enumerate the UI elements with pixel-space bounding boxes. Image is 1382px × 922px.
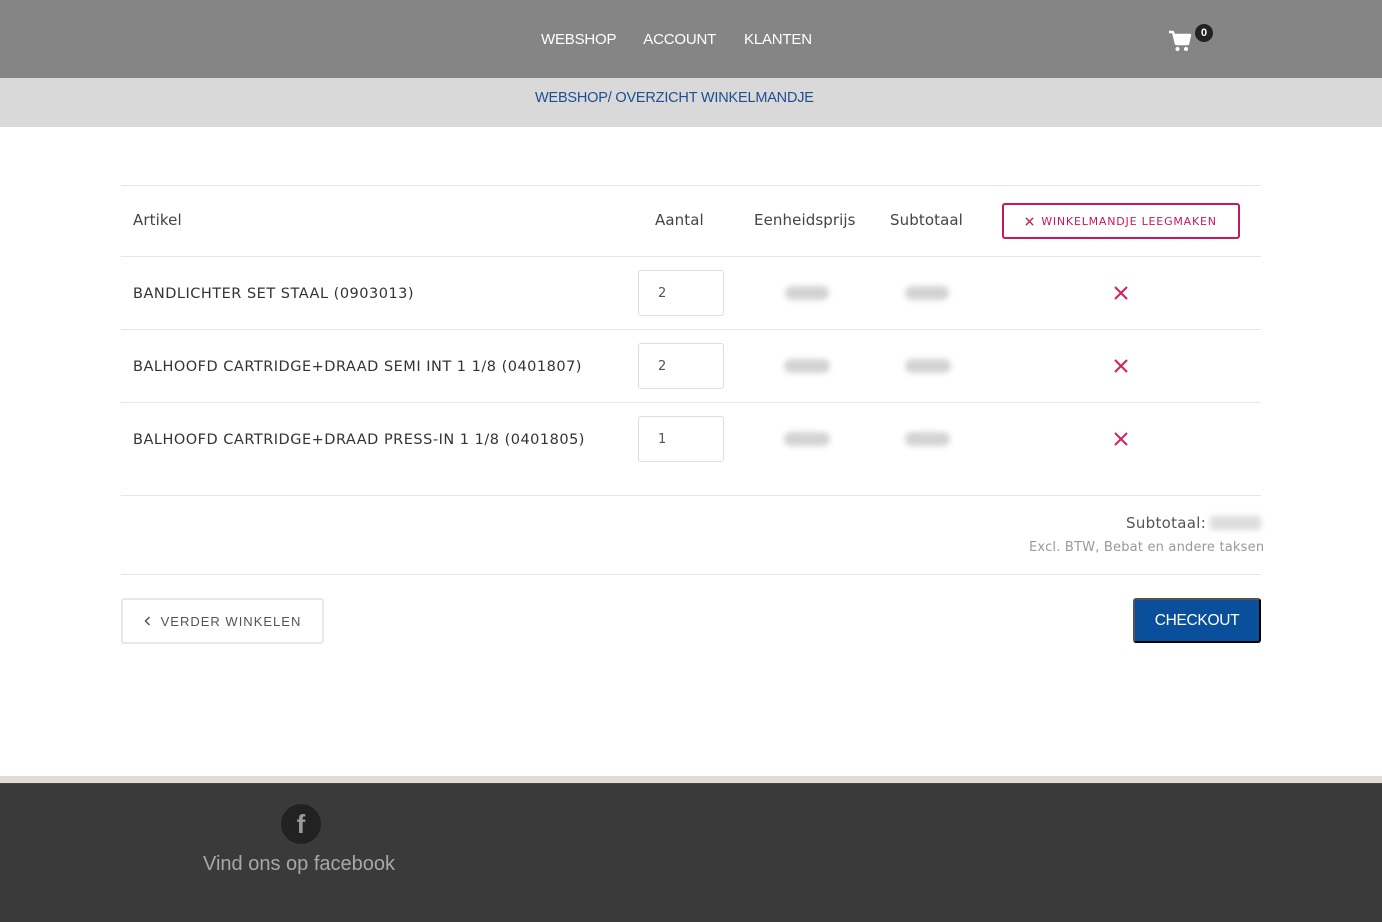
unit-price-value [784, 432, 830, 446]
row-subtotal-value [905, 432, 950, 446]
quantity-input[interactable] [638, 343, 724, 389]
nav-account[interactable]: ACCOUNT [643, 31, 716, 48]
cart-count-badge: 0 [1195, 24, 1213, 42]
remove-item-icon[interactable] [1112, 357, 1130, 375]
item-name: BANDLICHTER SET STAAL (0903013) [133, 286, 415, 302]
unit-price-value [784, 359, 830, 373]
divider [121, 256, 1261, 257]
quantity-input[interactable] [638, 270, 724, 316]
unit-price-value [785, 286, 829, 300]
quantity-input[interactable] [638, 416, 724, 462]
item-name: BALHOOFD CARTRIDGE+DRAAD SEMI INT 1 1/8 … [133, 359, 582, 375]
divider [121, 329, 1261, 330]
item-name: BALHOOFD CARTRIDGE+DRAAD PRESS-IN 1 1/8 … [133, 432, 585, 448]
clear-cart-label: WINKELMANDJE LEEGMAKEN [1041, 214, 1217, 228]
continue-shopping-button[interactable]: VERDER WINKELEN [121, 598, 324, 644]
cart-subtotal-label: Subtotaal: [1126, 514, 1207, 532]
nav-webshop[interactable]: WEBSHOP [541, 31, 616, 48]
header-subtotal: Subtotaal [890, 211, 963, 229]
header-article: Artikel [133, 211, 182, 229]
remove-item-icon[interactable] [1112, 284, 1130, 302]
continue-shopping-label: VERDER WINKELEN [160, 613, 302, 629]
tax-note: Excl. BTW, Bebat en andere taksen [1029, 540, 1265, 555]
row-subtotal-value [905, 286, 949, 300]
divider [121, 574, 1261, 575]
header-unit-price: Eenheidsprijs [754, 211, 856, 229]
row-subtotal-value [905, 359, 951, 373]
checkout-button[interactable]: CHECKOUT [1133, 598, 1261, 643]
breadcrumb: WEBSHOP/ OVERZICHT WINKELMANDJE [535, 90, 814, 106]
header-quantity: Aantal [655, 211, 704, 229]
footer-separator [0, 776, 1382, 783]
divider [121, 185, 1261, 186]
divider [121, 402, 1261, 403]
facebook-icon[interactable]: f [281, 804, 321, 844]
shopping-cart-icon[interactable] [1168, 29, 1192, 53]
main-nav: WEBSHOP ACCOUNT KLANTEN [541, 31, 812, 48]
clear-cart-button[interactable]: WINKELMANDJE LEEGMAKEN [1002, 203, 1240, 239]
facebook-link[interactable]: Vind ons op facebook [203, 853, 395, 876]
remove-item-icon[interactable] [1112, 430, 1130, 448]
close-icon [1025, 216, 1034, 226]
divider [121, 495, 1261, 496]
chevron-left-icon [144, 616, 150, 626]
cart-subtotal-value [1210, 516, 1261, 530]
nav-klanten[interactable]: KLANTEN [744, 31, 812, 48]
